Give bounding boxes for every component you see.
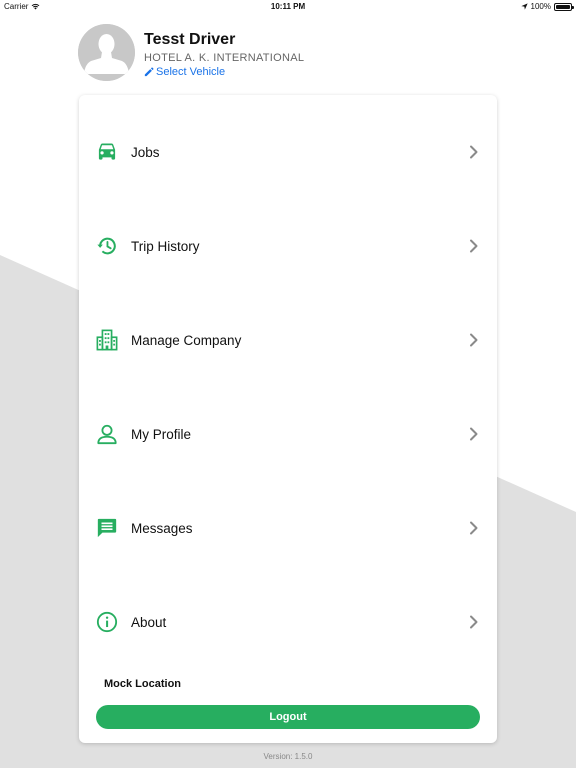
info-icon — [96, 611, 118, 633]
menu-item-manage-company[interactable]: Manage Company — [79, 320, 497, 360]
car-icon — [96, 141, 118, 163]
menu-item-label: Trip History — [131, 238, 200, 254]
menu-item-label: Manage Company — [131, 332, 242, 348]
driver-name: Tesst Driver — [144, 31, 236, 48]
menu-item-label: Messages — [131, 520, 193, 536]
menu-item-about[interactable]: About — [79, 602, 497, 642]
version-label: Version: 1.5.0 — [263, 752, 313, 761]
chevron-right-icon — [470, 145, 478, 159]
menu-item-label: About — [131, 614, 167, 630]
message-icon — [96, 517, 118, 539]
chevron-right-icon — [470, 615, 478, 629]
profile-text: Tesst Driver HOTEL A. K. INTERNATIONAL S… — [144, 24, 304, 81]
menu-item-my-profile[interactable]: My Profile — [79, 414, 497, 454]
select-vehicle-label: Select Vehicle — [156, 66, 226, 78]
building-icon — [96, 329, 118, 351]
menu-item-trip-history[interactable]: Trip History — [79, 226, 497, 266]
battery-fill — [556, 4, 570, 9]
menu-item-messages[interactable]: Messages — [79, 508, 497, 548]
chevron-right-icon — [470, 333, 478, 347]
chevron-right-icon — [470, 521, 478, 535]
status-right: 100% — [520, 2, 574, 11]
location-arrow-icon — [520, 3, 528, 10]
chevron-right-icon — [470, 239, 478, 253]
menu-card: Jobs Trip History Manage Company My Prof… — [79, 95, 497, 743]
avatar-silhouette-icon — [78, 24, 135, 81]
person-icon — [96, 423, 118, 445]
company-name: HOTEL A. K. INTERNATIONAL — [144, 52, 305, 64]
battery-icon — [554, 2, 574, 11]
select-vehicle-link[interactable]: Select Vehicle — [144, 66, 304, 78]
battery-percent: 100% — [530, 2, 551, 11]
status-bar: Carrier 10:11 PM 100% — [0, 0, 576, 14]
logout-button[interactable]: Logout — [96, 705, 480, 729]
mock-location-label[interactable]: Mock Location — [104, 678, 181, 690]
menu-item-jobs[interactable]: Jobs — [79, 132, 497, 172]
status-time: 10:11 PM — [270, 2, 306, 11]
pencil-icon — [144, 67, 154, 77]
avatar[interactable] — [78, 24, 135, 81]
menu-item-label: My Profile — [131, 426, 192, 442]
profile-header: Tesst Driver HOTEL A. K. INTERNATIONAL S… — [78, 24, 304, 81]
menu-item-label: Jobs — [131, 144, 160, 160]
history-icon — [96, 235, 118, 257]
chevron-right-icon — [470, 427, 478, 441]
